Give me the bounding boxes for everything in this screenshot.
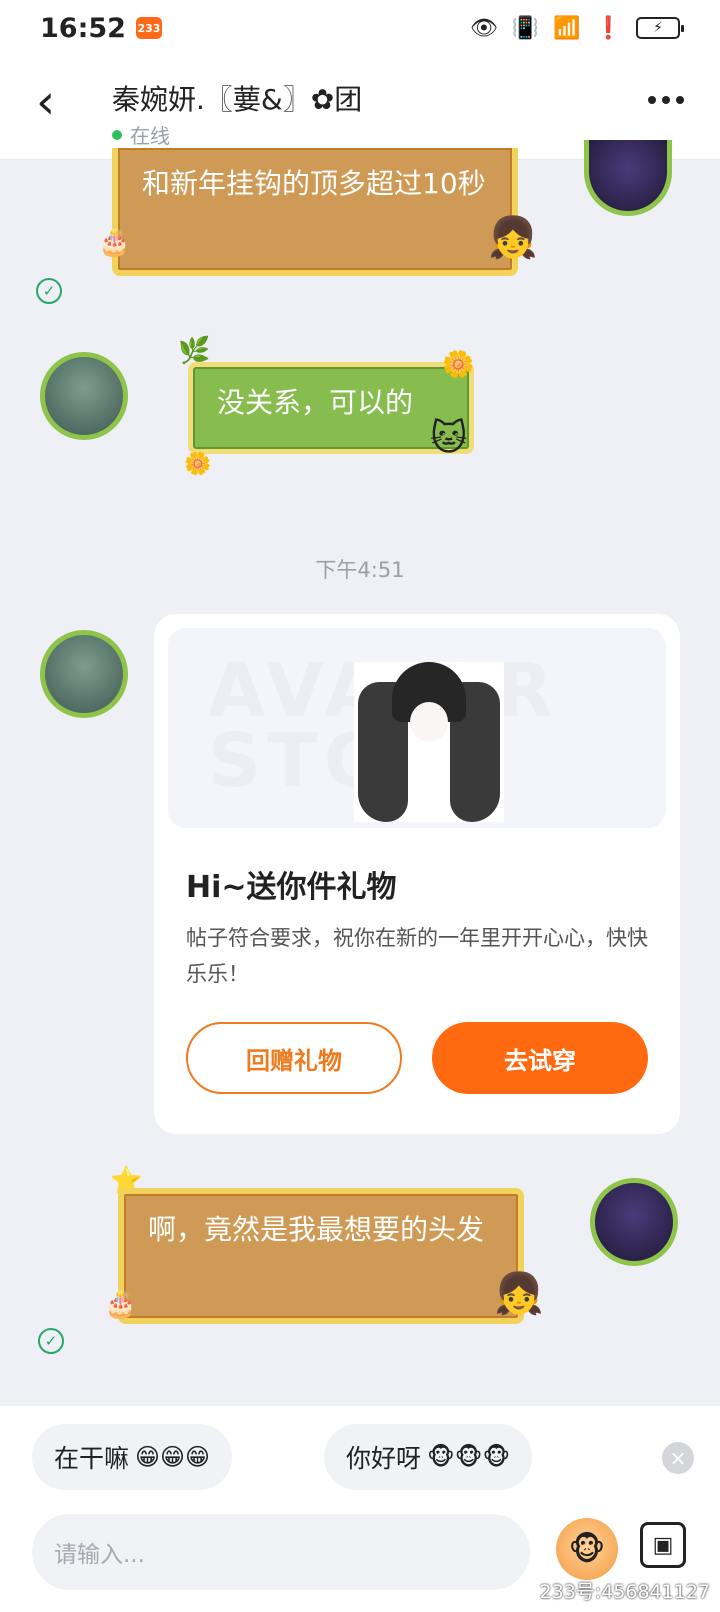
back-arrow-icon[interactable]: ‹ xyxy=(36,78,55,126)
gift-item-image xyxy=(354,662,504,822)
quick-reply-chip[interactable]: 你好呀 🐵🐵🐵 xyxy=(324,1424,533,1490)
battery-charging-icon: ⚡ xyxy=(636,17,684,39)
vibrate-icon: 📳 xyxy=(511,15,540,41)
contact-avatar[interactable] xyxy=(40,630,128,718)
flower-decoration-icon: 🌼 xyxy=(184,452,212,477)
message-text: 啊，竟然是我最想要的头发 xyxy=(148,1213,485,1246)
anime-girl-decoration-icon: 👧 xyxy=(494,1271,544,1317)
quick-reply-text: 在干嘛 xyxy=(54,1444,130,1473)
gift-description: 帖子符合要求，祝你在新的一年里开开心心，快快乐乐！ xyxy=(186,926,648,986)
message-text: 和新年挂钩的顶多超过10秒 xyxy=(142,167,486,200)
time-divider: 下午4:51 xyxy=(315,558,405,582)
watermark: 233号:456841127 xyxy=(539,1581,710,1603)
gift-banner: AVATAR STORE xyxy=(168,628,666,828)
alert-icon: ❗ xyxy=(594,15,622,41)
contact-avatar[interactable] xyxy=(40,352,128,440)
try-on-button[interactable]: 去试穿 xyxy=(432,1022,648,1094)
close-icon[interactable]: × xyxy=(662,1442,694,1474)
status-bar: 16:52 233 👁 📳 📶 ❗ ⚡ xyxy=(0,0,720,56)
status-icons: 👁 📳 📶 ❗ ⚡ xyxy=(469,15,684,41)
sent-message-bubble[interactable]: 和新年挂钩的顶多超过10秒 xyxy=(112,148,518,276)
my-avatar[interactable] xyxy=(584,140,672,216)
cake-decoration-icon: 🎂 xyxy=(98,228,131,258)
flower-decoration-icon: 🌼 xyxy=(442,350,475,380)
return-gift-button[interactable]: 回赠礼物 xyxy=(186,1022,402,1094)
hair-item-icon xyxy=(354,662,504,822)
monkey-emoji-icon: 🐵🐵🐵 xyxy=(427,1443,511,1471)
gift-card[interactable]: AVATAR STORE Hi~送你件礼物 帖子符合要求，祝你在新的一年里开开心… xyxy=(154,614,680,1134)
contact-name: 秦婉妍.〖葽&〗✿团 xyxy=(112,83,363,116)
clock: 16:52 xyxy=(40,12,126,44)
app-notification-badge: 233 xyxy=(135,17,162,39)
more-options-icon[interactable] xyxy=(648,96,684,104)
online-dot-icon xyxy=(112,129,122,140)
my-avatar[interactable] xyxy=(590,1178,678,1266)
read-check-icon: ✓ xyxy=(36,278,62,304)
mascot-emoji-button-icon[interactable]: 🐵 xyxy=(556,1518,618,1580)
eye-icon: 👁 xyxy=(469,15,498,41)
blue-cat-decoration-icon: 🐱 xyxy=(430,418,468,459)
gift-title: Hi~送你件礼物 xyxy=(186,870,397,905)
message-input[interactable]: 请输入... xyxy=(32,1514,530,1590)
online-status: 在线 xyxy=(112,120,170,149)
cake-decoration-icon: 🎂 xyxy=(104,1290,137,1320)
sent-message-bubble[interactable]: 啊，竟然是我最想要的头发 xyxy=(118,1188,524,1324)
image-picker-icon[interactable]: ▣ xyxy=(640,1522,686,1568)
grin-emoji-icon: 😁😁😁 xyxy=(135,1443,211,1471)
message-text: 没关系，可以的 xyxy=(217,386,414,419)
wifi-icon: 📶 xyxy=(553,15,581,41)
read-check-icon: ✓ xyxy=(38,1328,64,1354)
anime-girl-decoration-icon: 👧 xyxy=(488,215,538,261)
online-status-label: 在线 xyxy=(130,124,170,148)
quick-reply-chip[interactable]: 在干嘛 😁😁😁 xyxy=(32,1424,233,1490)
quick-reply-text: 你好呀 xyxy=(346,1444,422,1473)
